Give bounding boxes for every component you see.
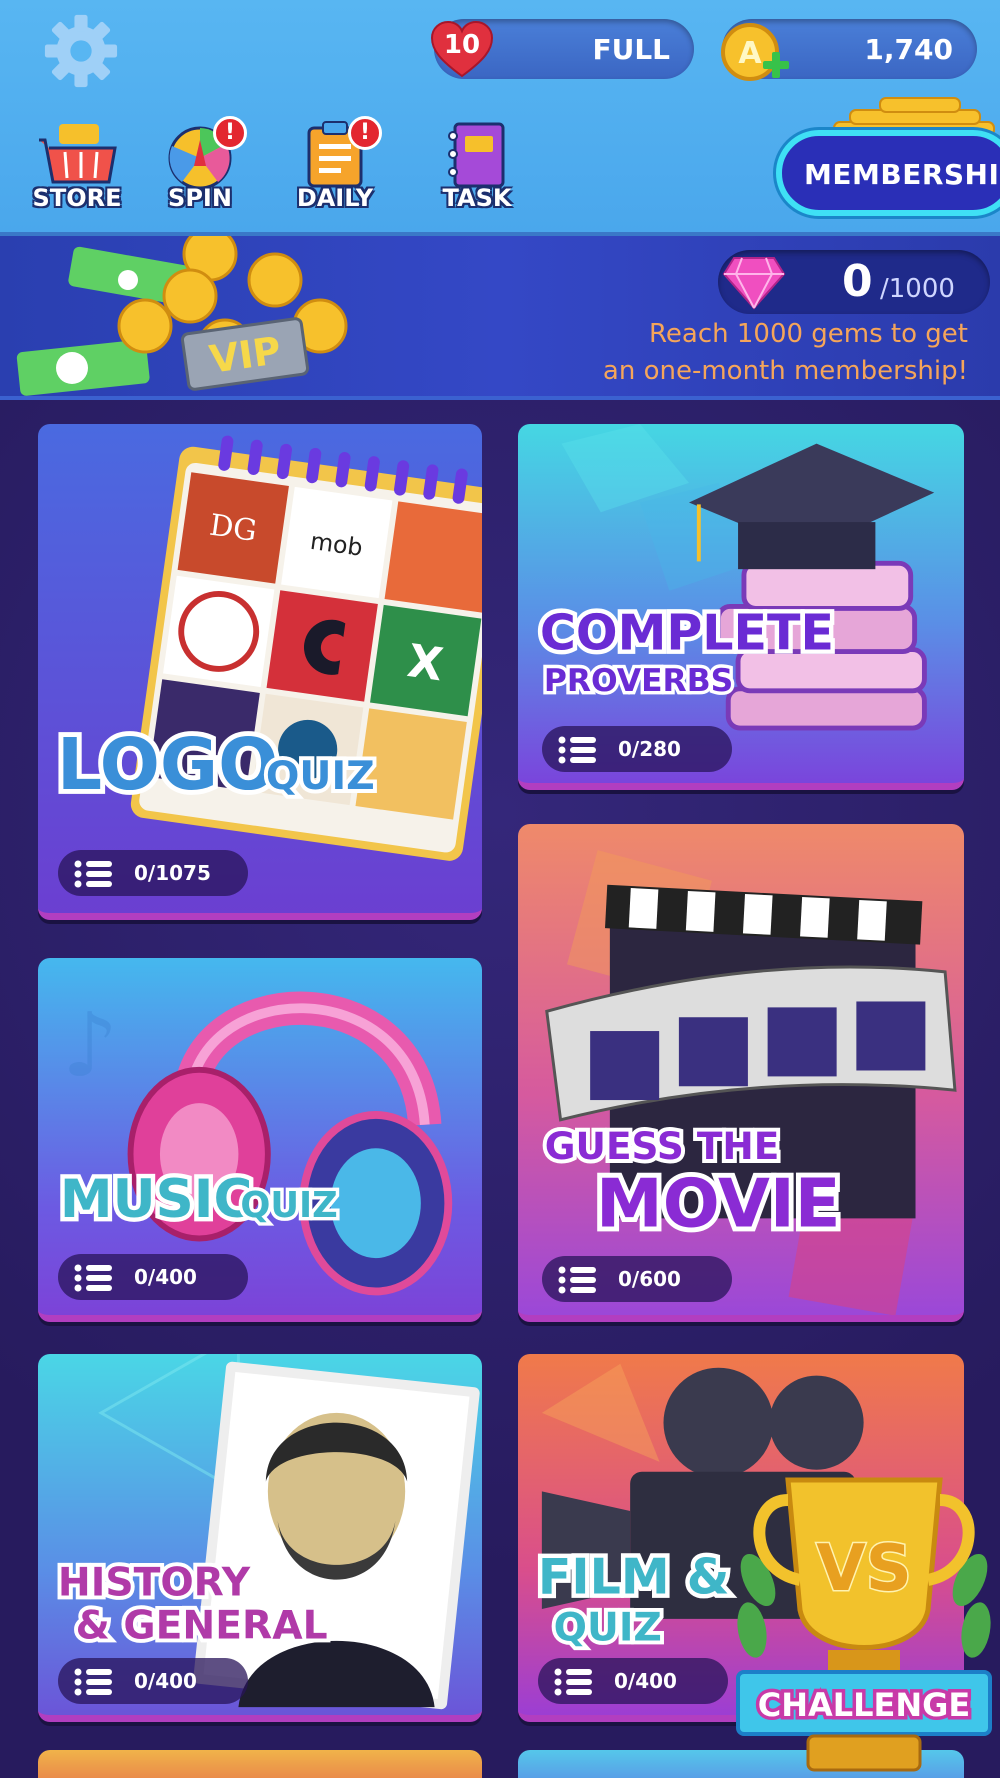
proverbs-title-small: PROVERBS bbox=[544, 663, 733, 699]
category-card-history-general[interactable]: HISTORY & GENERAL 0/400 bbox=[38, 1354, 482, 1722]
logo-progress-count: 0/1075 bbox=[134, 861, 211, 885]
film-progress: 0/400 bbox=[538, 1658, 728, 1704]
list-icon bbox=[558, 1266, 596, 1294]
coin-letter: A bbox=[738, 36, 762, 71]
coins-amount: 1,740 bbox=[864, 33, 953, 66]
challenge-label: CHALLENGE bbox=[758, 1686, 971, 1724]
history-title-line2: & GENERAL bbox=[76, 1603, 328, 1648]
category-card-guess-the-movie[interactable]: GUESS THE MOVIE 0/600 bbox=[518, 824, 964, 1322]
settings-gear-icon[interactable] bbox=[40, 10, 122, 92]
category-card-complete-proverbs[interactable]: COMPLETE PROVERBS 0/280 bbox=[518, 424, 964, 790]
movie-title-small: GUESS THE bbox=[545, 1124, 780, 1168]
history-title-line1: HISTORY bbox=[58, 1560, 251, 1605]
nav-daily-label: DAILY bbox=[296, 184, 374, 212]
top-bar: FULL 10 1,740 A STORE ! SPIN ! DAILY TAS… bbox=[0, 0, 1000, 236]
gems-count: 0 bbox=[842, 256, 873, 307]
movie-progress: 0/600 bbox=[542, 1256, 732, 1302]
nav-store-button[interactable]: STORE bbox=[22, 118, 132, 218]
category-card-partial-left[interactable] bbox=[38, 1750, 482, 1778]
film-title-line2: QUIZ bbox=[554, 1605, 662, 1650]
vs-label: VS bbox=[816, 1532, 912, 1606]
film-progress-count: 0/400 bbox=[614, 1669, 677, 1693]
list-icon bbox=[74, 1264, 112, 1292]
daily-alert-badge: ! bbox=[348, 116, 382, 150]
list-icon bbox=[554, 1668, 592, 1696]
list-icon bbox=[74, 860, 112, 888]
music-title-big: MUSIC bbox=[60, 1169, 252, 1230]
vip-gems-banner[interactable]: VIP 0 /1000 Reach 1000 gems to get an on… bbox=[0, 236, 1000, 400]
logo-title-big: LOGO bbox=[57, 723, 279, 806]
film-title-line1: FILM & bbox=[538, 1547, 730, 1605]
lives-count: 10 bbox=[443, 30, 481, 60]
shopping-basket-icon bbox=[39, 124, 117, 184]
music-progress: 0/400 bbox=[58, 1254, 248, 1300]
lives-status: FULL bbox=[592, 33, 670, 66]
spin-alert-badge: ! bbox=[213, 116, 247, 150]
logo-quiz-title: LOGO QUIZ bbox=[52, 718, 379, 811]
list-icon bbox=[74, 1668, 112, 1696]
category-card-logo-quiz[interactable]: DG mob X LOGO QUIZ 0/1075 bbox=[38, 424, 482, 920]
vs-challenge-button[interactable]: VS CHALLENGE bbox=[728, 1440, 1000, 1778]
music-progress-count: 0/400 bbox=[134, 1265, 197, 1289]
nav-task-button[interactable]: TASK bbox=[422, 118, 532, 218]
gems-message-line1: Reach 1000 gems to get bbox=[649, 319, 968, 349]
membership-label: MEMBERSHIP bbox=[804, 158, 1000, 191]
nav-spin-label: SPIN bbox=[168, 184, 232, 212]
logo-title-small: QUIZ bbox=[266, 753, 375, 799]
gems-message: Reach 1000 gems to get an one-month memb… bbox=[548, 316, 968, 390]
task-book-icon bbox=[448, 122, 505, 188]
gems-message-line2: an one-month membership! bbox=[602, 356, 968, 386]
coin-add-icon[interactable]: A bbox=[720, 22, 796, 84]
gems-total: /1000 bbox=[880, 274, 955, 304]
nav-spin-button[interactable]: ! SPIN bbox=[145, 116, 255, 218]
history-progress: 0/400 bbox=[58, 1658, 248, 1704]
music-title-small: QUIZ bbox=[240, 1185, 337, 1226]
movie-title-big: MOVIE bbox=[596, 1164, 841, 1242]
movie-progress-count: 0/600 bbox=[618, 1267, 681, 1291]
proverbs-progress: 0/280 bbox=[542, 726, 732, 772]
nav-store-label: STORE bbox=[32, 184, 122, 212]
vip-coins-illustration: VIP bbox=[16, 236, 348, 396]
history-progress-count: 0/400 bbox=[134, 1669, 197, 1693]
logo-progress: 0/1075 bbox=[58, 850, 248, 896]
membership-button[interactable]: MEMBERSHIP bbox=[776, 130, 1000, 216]
category-card-music-quiz[interactable]: ♪ MUSIC QUIZ 0/400 bbox=[38, 958, 482, 1322]
gem-icon bbox=[722, 257, 786, 310]
proverbs-title-big: COMPLETE bbox=[540, 604, 834, 662]
list-icon bbox=[558, 736, 596, 764]
movie-title: GUESS THE MOVIE bbox=[541, 1120, 846, 1247]
nav-daily-button[interactable]: ! DAILY bbox=[280, 116, 390, 218]
proverbs-progress-count: 0/280 bbox=[618, 737, 681, 761]
nav-task-label: TASK bbox=[442, 184, 512, 212]
